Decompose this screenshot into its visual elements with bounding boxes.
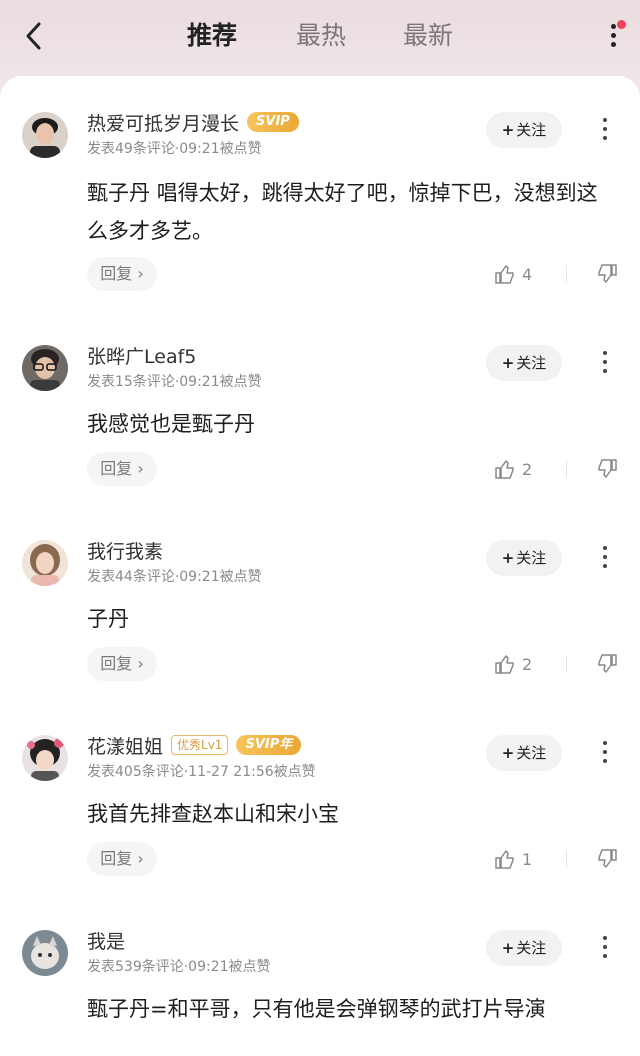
sort-tabs: 推荐 最热 最新 (0, 14, 640, 58)
dislike-button[interactable] (596, 842, 618, 876)
divider (566, 265, 567, 283)
follow-button[interactable]: + 关注 (486, 735, 562, 771)
more-options-button[interactable] (598, 18, 628, 54)
dislike-button[interactable] (596, 452, 618, 486)
comment-text: 子丹 (87, 607, 129, 631)
notification-dot (617, 20, 626, 29)
comment-text: 甄子丹=和平哥，只有他是会弹钢琴的武打片导演 (87, 997, 546, 1021)
svip-badge: SVIP年 (236, 735, 302, 755)
reply-button[interactable]: 回复 › (87, 257, 157, 291)
thumbs-up-icon (495, 655, 514, 674)
comment-meta: 发表44条评论·09:21被点赞 (87, 569, 262, 585)
like-button[interactable]: 1 (494, 842, 532, 876)
comment-text: 我感觉也是甄子丹 (87, 412, 255, 436)
dislike-button[interactable] (596, 257, 618, 291)
like-button[interactable]: 2 (494, 452, 532, 486)
like-button[interactable]: 2 (494, 647, 532, 681)
reply-button[interactable]: 回复 › (87, 842, 157, 876)
avatar[interactable] (22, 540, 68, 586)
comment-text: 甄子丹 唱得太好，跳得太好了吧，惊掉下巴，没想到这么多才多艺。 (87, 181, 598, 243)
user-info: 热爱可抵岁月漫长 SVIP (87, 108, 299, 136)
thumbs-down-icon (598, 654, 617, 673)
comment-more-button[interactable] (595, 930, 615, 964)
comment-more-button[interactable] (595, 345, 615, 379)
user-info: 我行我素 (87, 536, 163, 564)
divider (566, 655, 567, 673)
comment-list: 热爱可抵岁月漫长 SVIP 发表49条评论·09:21被点赞 + 关注 甄子丹 唱… (0, 76, 640, 1056)
comment-meta: 发表15条评论·09:21被点赞 (87, 374, 262, 390)
thumbs-up-icon (495, 265, 514, 284)
dislike-button[interactable] (596, 647, 618, 681)
username[interactable]: 热爱可抵岁月漫长 (87, 109, 239, 136)
like-count: 4 (522, 264, 533, 284)
username[interactable]: 我是 (87, 927, 125, 954)
tab-latest[interactable]: 最新 (403, 14, 453, 58)
thumbs-up-icon (495, 850, 514, 869)
comment-meta: 发表539条评论·09:21被点赞 (87, 959, 271, 975)
level-badge: 优秀Lv1 (171, 735, 229, 755)
avatar[interactable] (22, 345, 68, 391)
comment-meta: 发表405条评论·11-27 21:56被点赞 (87, 764, 316, 780)
svip-badge: SVIP (247, 112, 299, 132)
tab-hottest[interactable]: 最热 (296, 14, 346, 58)
like-button[interactable]: 4 (494, 257, 532, 291)
reply-button[interactable]: 回复 › (87, 647, 157, 681)
reply-button[interactable]: 回复 › (87, 452, 157, 486)
avatar[interactable] (22, 930, 68, 976)
follow-button[interactable]: + 关注 (486, 540, 562, 576)
username[interactable]: 花漾姐姐 (87, 732, 163, 759)
follow-button[interactable]: + 关注 (486, 930, 562, 966)
thumbs-up-icon (495, 460, 514, 479)
user-info: 我是 (87, 926, 125, 954)
thumbs-down-icon (598, 264, 617, 283)
divider (566, 460, 567, 478)
divider (566, 850, 567, 868)
avatar[interactable] (22, 112, 68, 158)
like-count: 2 (522, 459, 533, 479)
like-count: 1 (522, 849, 533, 869)
user-info: 花漾姐姐 优秀Lv1 SVIP年 (87, 731, 302, 759)
user-info: 张晔广Leaf5 (87, 341, 196, 369)
like-count: 2 (522, 654, 533, 674)
follow-button[interactable]: + 关注 (486, 112, 562, 148)
follow-button[interactable]: + 关注 (486, 345, 562, 381)
comment-more-button[interactable] (595, 112, 615, 146)
comment-text: 我首先排查赵本山和宋小宝 (87, 802, 339, 826)
avatar[interactable] (22, 735, 68, 781)
comment-more-button[interactable] (595, 735, 615, 769)
tab-recommended[interactable]: 推荐 (187, 14, 237, 58)
username[interactable]: 张晔广Leaf5 (87, 342, 196, 369)
comment-more-button[interactable] (595, 540, 615, 574)
thumbs-down-icon (598, 459, 617, 478)
thumbs-down-icon (598, 849, 617, 868)
top-bar: 推荐 最热 最新 (0, 0, 640, 78)
comment-meta: 发表49条评论·09:21被点赞 (87, 141, 262, 157)
username[interactable]: 我行我素 (87, 537, 163, 564)
